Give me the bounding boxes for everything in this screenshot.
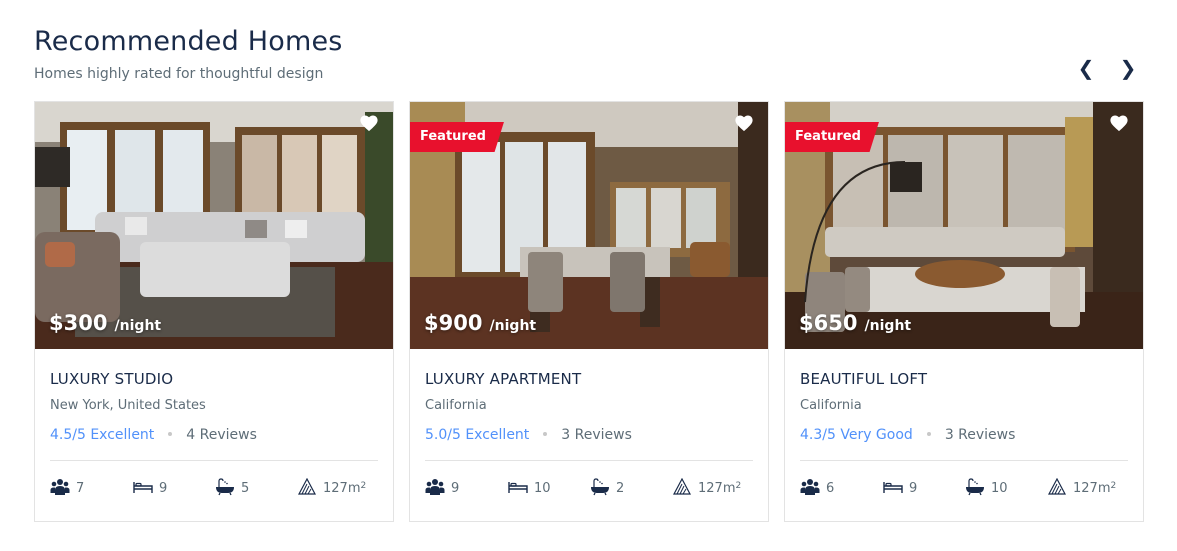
rating-text: 4.3/5 Very Good [800,427,913,443]
price-unit: /night [864,318,912,334]
area-value: 127m [323,481,361,496]
facilities: 9 10 2 127m2 [425,461,753,517]
beds-count: 9 [159,481,168,496]
home-image[interactable]: $300 /night [35,102,393,349]
heart-icon[interactable] [734,114,754,132]
area-icon [1048,478,1066,495]
section-title: Recommended Homes [34,26,343,57]
price-unit: /night [114,318,162,334]
home-title-link[interactable]: LUXURY APARTMENT [425,369,753,389]
featured-badge: Featured [785,122,879,152]
home-title-link[interactable]: LUXURY STUDIO [50,369,378,389]
bed-icon [883,482,903,493]
price-amount: $900 [424,311,483,335]
home-location: New York, United States [50,398,206,413]
baths-count: 2 [616,481,625,496]
price: $650 /night [799,311,911,335]
guests-icon [800,479,820,495]
carousel-prev-button[interactable]: ❮ [1074,56,1098,80]
home-location: California [425,398,487,413]
guests-count: 9 [451,481,460,496]
separator-dot [168,431,173,436]
facility-guests: 6 [800,479,834,499]
home-image[interactable]: Featured $900 /night [410,102,768,349]
facilities: 6 9 10 127m2 [800,461,1128,517]
bath-icon [966,478,984,496]
home-card[interactable]: Featured $900 /night LUXURY APARTMENT Ca… [409,101,769,522]
reviews-count: 4 Reviews [186,427,257,443]
price: $300 /night [49,311,161,335]
home-card[interactable]: $300 /night LUXURY STUDIO New York, Unit… [34,101,394,522]
separator-dot [543,431,548,436]
bath-icon [216,478,234,496]
carousel-next-button[interactable]: ❯ [1116,56,1140,80]
facility-baths: 2 [590,478,625,499]
home-title-link[interactable]: BEAUTIFUL LOFT [800,369,1128,389]
bed-icon [508,482,528,493]
area-icon [673,478,691,495]
facility-guests: 9 [425,479,459,499]
price-amount: $300 [49,311,108,335]
reviews-count: 3 Reviews [561,427,632,443]
facility-area: 127m2 [1047,478,1117,499]
baths-count: 10 [991,481,1008,496]
rating-text: 4.5/5 Excellent [50,427,155,443]
guests-count: 6 [826,481,835,496]
price-amount: $650 [799,311,858,335]
heart-icon[interactable] [359,114,379,132]
facilities: 7 9 5 127m2 [50,461,378,517]
heart-icon[interactable] [1109,114,1129,132]
facility-baths: 10 [965,478,1008,499]
card-body: LUXURY STUDIO New York, United States 4.… [35,349,393,517]
price-unit: /night [489,318,537,334]
home-card[interactable]: Featured $650 /night BEAUTIFUL LOFT Cali… [784,101,1144,522]
card-body: BEAUTIFUL LOFT California 4.3/5 Very Goo… [785,349,1143,517]
reviews-count: 3 Reviews [944,427,1016,443]
area-value: 127m [698,481,736,496]
separator-dot [926,431,931,436]
area-unit-superscript: 2 [360,481,367,491]
beds-count: 9 [909,481,918,496]
baths-count: 5 [241,481,250,496]
home-location: California [800,398,862,413]
bed-icon [133,482,153,493]
home-image[interactable]: Featured $650 /night [785,102,1143,349]
area-value: 127m [1073,481,1111,496]
facility-beds: 9 [883,479,917,499]
facility-beds: 9 [133,479,167,499]
facility-guests: 7 [50,479,84,499]
rating-row: 4.5/5 Excellent 4 Reviews [50,425,378,445]
beds-count: 10 [534,481,551,496]
card-body: LUXURY APARTMENT California 5.0/5 Excell… [410,349,768,517]
section-subtitle: Homes highly rated for thoughtful design [34,66,324,82]
facility-beds: 10 [508,479,551,499]
area-unit-superscript: 2 [735,481,742,491]
price: $900 /night [424,311,536,335]
bath-icon [591,478,609,496]
carousel-nav: ❮ ❯ [1074,56,1144,80]
featured-badge: Featured [410,122,504,152]
guests-icon [50,479,70,495]
rating-text: 5.0/5 Excellent [425,427,530,443]
rating-row: 4.3/5 Very Good 3 Reviews [800,425,1128,445]
rating-row: 5.0/5 Excellent 3 Reviews [425,425,753,445]
facility-area: 127m2 [297,478,367,499]
area-icon [298,478,316,495]
area-unit-superscript: 2 [1110,481,1117,491]
facility-baths: 5 [215,478,250,499]
guests-count: 7 [76,481,85,496]
facility-area: 127m2 [672,478,742,499]
guests-icon [425,479,445,495]
